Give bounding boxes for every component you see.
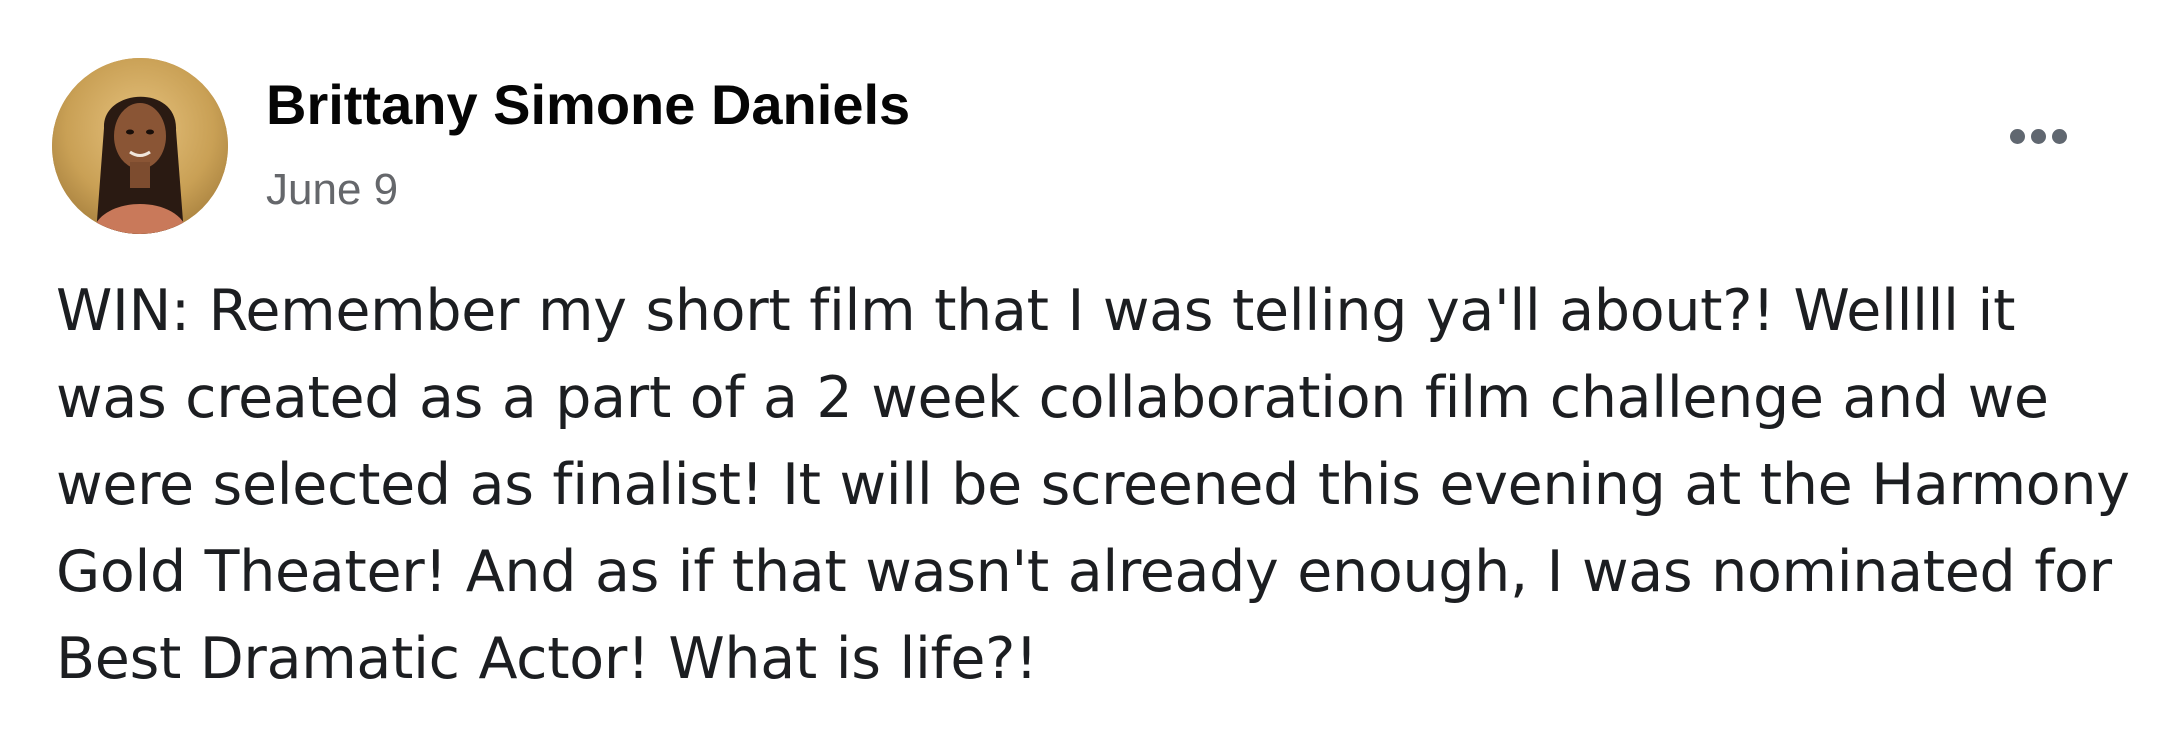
post-text-line: were selected as finalist! It will be sc…	[56, 452, 2130, 518]
post-text: WIN: Remember my short film that I was t…	[56, 268, 2130, 703]
author-avatar[interactable]	[52, 58, 228, 234]
author-name-link[interactable]: Brittany Simone Daniels	[266, 70, 910, 140]
more-options-icon-dot	[2051, 128, 2067, 144]
more-options-icon	[2009, 128, 2025, 144]
post-card: Brittany Simone Daniels June 9 WIN: Reme…	[0, 0, 2160, 736]
more-options-icon-dot	[2030, 128, 2046, 144]
post-text-line: Gold Theater! And as if that wasn't alre…	[56, 539, 2112, 605]
post-text-line: Best Dramatic Actor! What is life?!	[56, 626, 1038, 692]
more-options-button[interactable]	[1990, 108, 2086, 164]
post-text-line: was created as a part of a 2 week collab…	[56, 365, 2049, 431]
avatar-image	[52, 58, 228, 234]
post-text-line: WIN: Remember my short film that I was t…	[56, 278, 2016, 344]
post-timestamp[interactable]: June 9	[266, 160, 398, 220]
